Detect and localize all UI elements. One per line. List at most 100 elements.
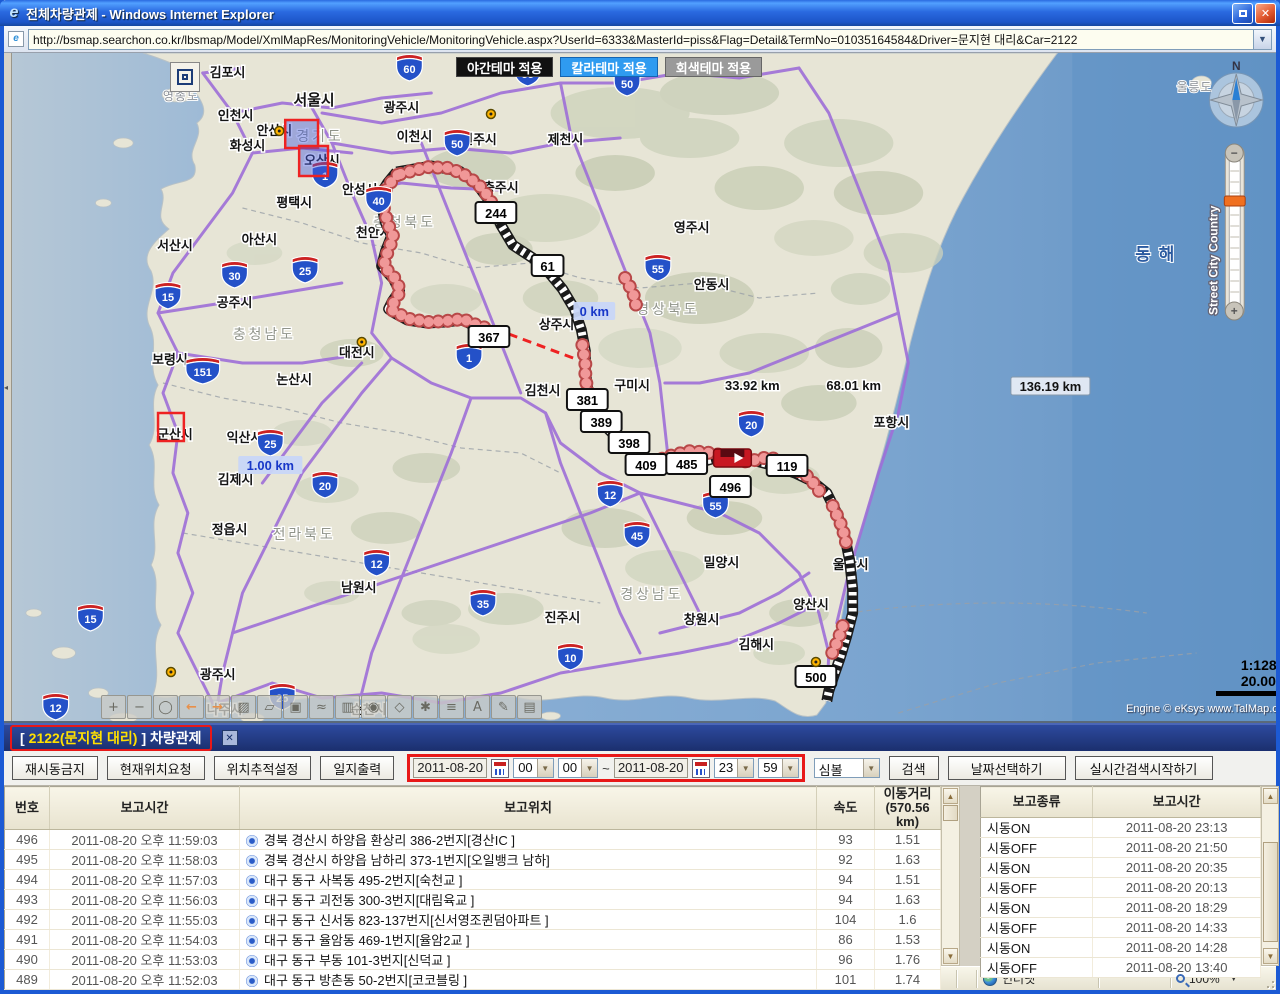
col-header-location[interactable]: 보고위치 (240, 787, 817, 830)
map-tool-image-button[interactable]: ▣ (283, 695, 308, 719)
date-to-input[interactable]: 2011-08-20 (614, 758, 688, 778)
theme-color-button[interactable]: 칼라테마 적용 (560, 57, 657, 77)
scroll-down-icon[interactable]: ▼ (1263, 948, 1278, 964)
restart-block-button[interactable]: 재시동금지 (12, 756, 98, 780)
url-dropdown-button[interactable]: ▼ (1253, 30, 1271, 49)
table-row[interactable]: 4962011-08-20 오후 11:59:03경북 경산시 하양읍 환상리 … (5, 830, 941, 850)
table-row[interactable]: 4922011-08-20 오후 11:55:03대구 동구 신서동 823-1… (5, 910, 941, 930)
map-tool-cube-button[interactable]: ▱ (257, 695, 282, 719)
map-tool-lasso-button[interactable]: ◯ (153, 695, 178, 719)
restore-button[interactable] (1232, 3, 1253, 24)
col-header-speed[interactable]: 속도 (817, 787, 875, 830)
table-row[interactable]: 4902011-08-20 오후 11:53:03대구 동구 부동 101-3번… (5, 950, 941, 970)
distance-label: 136.19 km (1011, 377, 1090, 395)
col-header-event-time[interactable]: 보고시간 (1093, 787, 1261, 818)
map-tool-settings-button[interactable]: ✱ (413, 695, 438, 719)
map-tool-save-button[interactable]: ▥ (335, 695, 360, 719)
map-tool-label-button[interactable]: A (465, 695, 490, 719)
cell-time: 2011-08-20 오후 11:52:03 (50, 970, 240, 990)
map-tool-eraser-button[interactable]: ▨ (231, 695, 256, 719)
minute-from-select[interactable]: 00▼ (558, 758, 598, 778)
tab-title: ] 차량관제 (141, 728, 201, 748)
scroll-up-icon[interactable]: ▲ (1263, 788, 1278, 804)
scale-distance: 20.00 km (1210, 673, 1276, 689)
event-table-scrollbar[interactable]: ▲ ▼ (1261, 786, 1279, 966)
map-tool-polygon-button[interactable]: ◇ (387, 695, 412, 719)
map-tool-forward-button[interactable]: → (205, 695, 230, 719)
log-print-button[interactable]: 일지출력 (320, 756, 394, 780)
vehicle-tab[interactable]: [ 2122(문지현 대리) ] 차량관제 (10, 725, 212, 751)
table-row[interactable]: 4932011-08-20 오후 11:56:03대구 동구 괴전동 300-3… (5, 890, 941, 910)
map-tool-zoom-out-button[interactable]: − (127, 695, 152, 719)
cell-location: 대구 동구 신서동 823-137번지[신서영조퀸덤아파트 ] (240, 910, 817, 930)
report-table-scrollbar[interactable]: ▲ ▼ (941, 786, 960, 966)
scroll-down-icon[interactable]: ▼ (943, 948, 958, 964)
theme-night-button[interactable]: 야간테마 적용 (456, 57, 553, 77)
zoom-slider-thumb[interactable] (1224, 196, 1245, 206)
vehicle-car-icon[interactable] (714, 449, 752, 467)
svg-text:45: 45 (631, 531, 643, 543)
date-select-button[interactable]: 날짜선택하기 (948, 756, 1066, 780)
theme-gray-button[interactable]: 회색테마 적용 (665, 57, 762, 77)
symbol-select[interactable]: 심볼▼ (814, 758, 880, 778)
poi-dot (486, 110, 495, 119)
map-city-label: 화성시 (230, 138, 266, 153)
close-button[interactable]: ✕ (1255, 3, 1276, 24)
map-tool-marker-button[interactable]: ◉ (361, 695, 386, 719)
chevron-down-icon: ▼ (737, 759, 753, 777)
list-item[interactable]: 시동OFF2011-08-20 20:13 (981, 878, 1261, 898)
map-area[interactable]: 김포시서울시광주시인천시안산시이천시원주시제천시화성시오산시안성시평택시충주시천… (4, 53, 1276, 723)
svg-text:0 km: 0 km (580, 304, 609, 319)
list-item[interactable]: 시동ON2011-08-20 14:28 (981, 938, 1261, 958)
list-item[interactable]: 시동ON2011-08-20 20:35 (981, 858, 1261, 878)
minute-to-select[interactable]: 59▼ (758, 758, 798, 778)
list-item[interactable]: 시동OFF2011-08-20 21:50 (981, 838, 1261, 858)
table-row[interactable]: 4892011-08-20 오후 11:52:03대구 동구 방촌동 50-2번… (5, 970, 941, 990)
list-item[interactable]: 시동OFF2011-08-20 13:40 (981, 958, 1261, 978)
route-number-plate: 389 (581, 411, 622, 432)
list-item[interactable]: 시동ON2011-08-20 23:13 (981, 818, 1261, 838)
map-tool-measure-button[interactable]: ≈ (309, 695, 334, 719)
distance-label: 68.01 km (826, 378, 881, 393)
col-header-time[interactable]: 보고시간 (50, 787, 240, 830)
search-button[interactable]: 검색 (889, 756, 939, 780)
url-box[interactable]: http://bsmap.searchon.co.kr/lbsmap/Model… (28, 29, 1272, 50)
scroll-up-icon[interactable]: ▲ (943, 788, 958, 804)
col-header-distance[interactable]: 이동거리 (570.56 km) (875, 787, 941, 830)
cell-no: 495 (5, 850, 50, 870)
map-canvas[interactable]: 김포시서울시광주시인천시안산시이천시원주시제천시화성시오산시안성시평택시충주시천… (4, 53, 1276, 723)
col-header-no[interactable]: 번호 (5, 787, 50, 830)
current-location-button[interactable]: 현재위치요청 (107, 756, 205, 780)
table-row[interactable]: 4912011-08-20 오후 11:54:03대구 동구 율암동 469-1… (5, 930, 941, 950)
date-from-input[interactable]: 2011-08-20 (413, 758, 487, 778)
scrollbar-thumb[interactable] (943, 805, 958, 821)
calendar-icon[interactable] (491, 759, 509, 778)
list-item[interactable]: 시동OFF2011-08-20 14:33 (981, 918, 1261, 938)
cell-speed: 93 (817, 830, 875, 850)
map-tool-layers-button[interactable]: ≡ (439, 695, 464, 719)
map-tool-zoom-in-button[interactable]: + (101, 695, 126, 719)
map-overview-button[interactable] (170, 62, 200, 92)
map-side-collapse-handle[interactable]: ◂ (4, 53, 12, 721)
resize-grip[interactable] (1262, 967, 1276, 990)
map-tool-back-button[interactable]: ← (179, 695, 204, 719)
table-row[interactable]: 4952011-08-20 오후 11:58:03경북 경산시 하양읍 남하리 … (5, 850, 941, 870)
hour-from-select[interactable]: 00▼ (513, 758, 553, 778)
hour-to-select[interactable]: 23▼ (714, 758, 754, 778)
list-item[interactable]: 시동ON2011-08-20 18:29 (981, 898, 1261, 918)
map-city-label: 구미시 (614, 378, 650, 393)
cell-event-type: 시동OFF (981, 838, 1093, 858)
tracking-settings-button[interactable]: 위치추적설정 (214, 756, 312, 780)
calendar-icon[interactable] (692, 759, 710, 778)
tab-close-button[interactable]: ✕ (222, 730, 238, 746)
svg-text:389: 389 (590, 415, 612, 430)
url-text[interactable]: http://bsmap.searchon.co.kr/lbsmap/Model… (29, 31, 1253, 48)
map-tool-draw-button[interactable]: ✎ (491, 695, 516, 719)
col-header-event-type[interactable]: 보고종류 (981, 787, 1093, 818)
realtime-search-button[interactable]: 실시간검색시작하기 (1075, 756, 1213, 780)
table-row[interactable]: 4942011-08-20 오후 11:57:03대구 동구 사복동 495-2… (5, 870, 941, 890)
svg-text:1: 1 (466, 353, 472, 365)
map-city-label: 남원시 (341, 580, 377, 595)
scrollbar-thumb[interactable] (1263, 842, 1278, 942)
map-tool-print-button[interactable]: ▤ (517, 695, 542, 719)
